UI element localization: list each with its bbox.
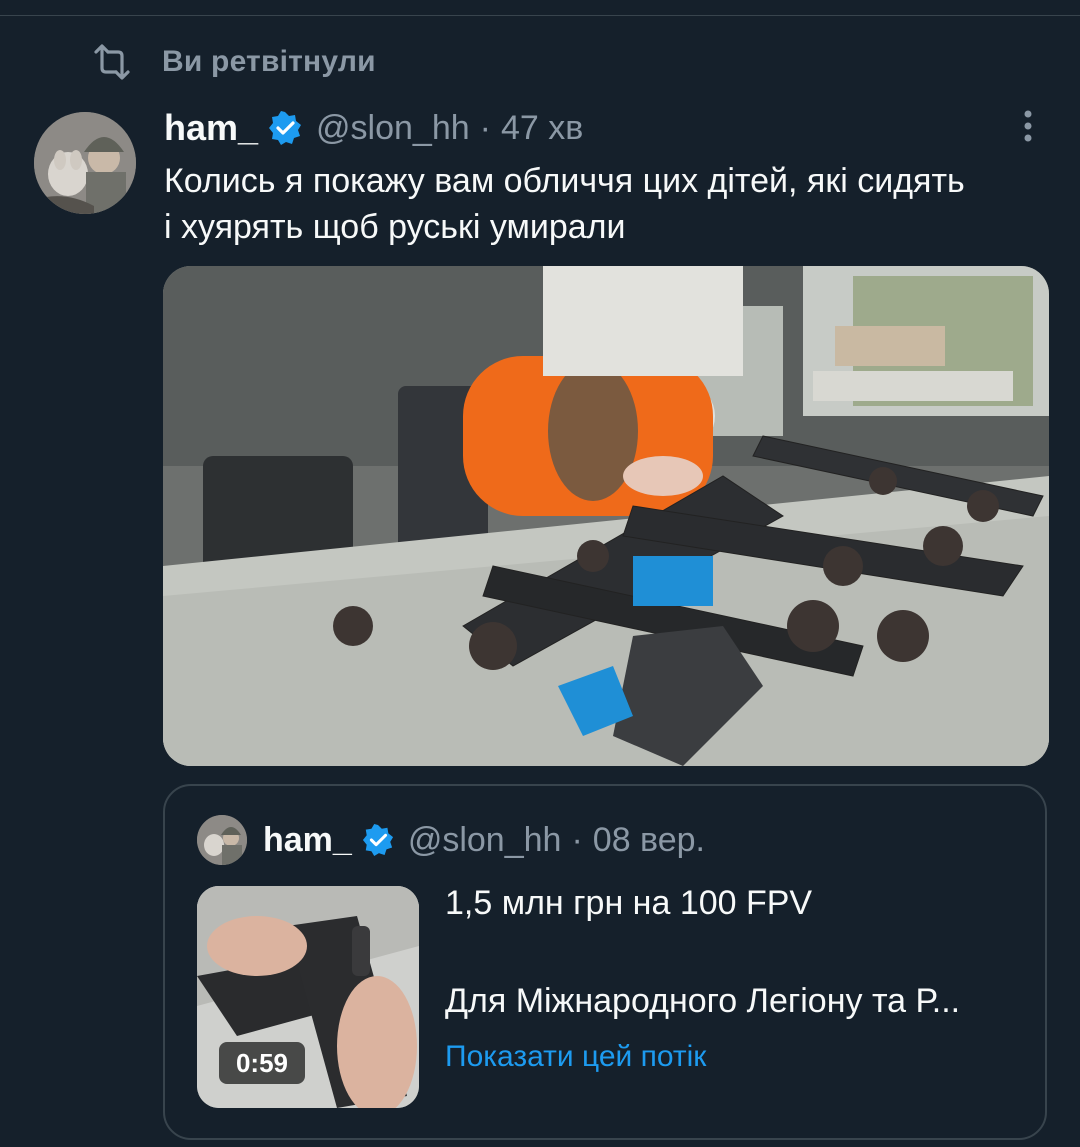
quoted-text-line: Для Міжнародного Легіону та Р... xyxy=(445,982,961,1020)
tweet-photo[interactable] xyxy=(163,266,1049,766)
quoted-avatar-image xyxy=(197,815,247,865)
quoted-timestamp: 08 вер. xyxy=(592,820,705,859)
more-vertical-icon[interactable] xyxy=(1010,106,1046,146)
quoted-text-line: 1,5 млн грн на 100 FPV xyxy=(445,884,813,922)
tweet-text: Колись я покажу вам обличчя цих дітей, я… xyxy=(164,158,1064,250)
top-divider xyxy=(0,15,1080,16)
avatar-image xyxy=(34,112,136,214)
retweet-icon xyxy=(94,44,130,80)
quoted-tweet-header: ham_ @slon_hh · 08 вер. xyxy=(197,814,705,866)
quoted-tweet[interactable]: ham_ @slon_hh · 08 вер. 0:59 1,5 млн грн… xyxy=(163,784,1047,1140)
separator-dot: · xyxy=(479,108,491,147)
quoted-avatar xyxy=(197,815,247,865)
tweet-text-line: і хуярять щоб руські умирали xyxy=(164,208,626,246)
author-name[interactable]: ham_ xyxy=(164,107,258,149)
retweet-label: Ви ретвітнули xyxy=(162,45,376,78)
separator-dot: · xyxy=(571,820,583,859)
tweet-timestamp[interactable]: 47 хв xyxy=(501,109,583,148)
author-handle[interactable]: @slon_hh xyxy=(316,109,470,148)
show-thread-link[interactable]: Показати цей потік xyxy=(445,1040,706,1074)
avatar[interactable] xyxy=(34,112,136,214)
tweet-text-line: Колись я покажу вам обличчя цих дітей, я… xyxy=(164,162,965,200)
verified-badge-icon xyxy=(269,111,302,145)
tweet-header: ham_ @slon_hh · 47 хв xyxy=(164,104,583,152)
verified-badge-icon xyxy=(362,824,393,856)
drone-workshop-photo xyxy=(163,266,1049,766)
quoted-author-name: ham_ xyxy=(263,820,352,859)
quoted-video-thumbnail[interactable]: 0:59 xyxy=(197,886,419,1108)
video-duration: 0:59 xyxy=(219,1042,305,1084)
retweet-context[interactable]: Ви ретвітнули xyxy=(92,44,376,80)
quoted-author-handle: @slon_hh xyxy=(407,820,562,859)
